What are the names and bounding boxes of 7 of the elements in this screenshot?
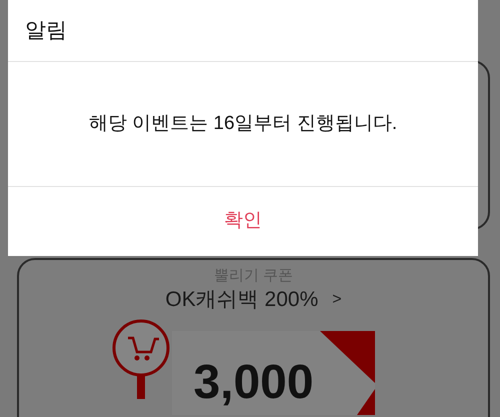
coupon-title: OK캐쉬백 200%: [165, 287, 318, 313]
dialog-message: 해당 이벤트는 16일부터 진행됩니다.: [88, 112, 398, 136]
confirm-button[interactable]: 확인: [214, 203, 272, 240]
coupon-amount: 3,000: [193, 357, 314, 409]
dialog-title: 알림: [25, 18, 67, 44]
link-arrow[interactable]: >: [332, 288, 342, 312]
cart-pin-icon: [112, 319, 172, 399]
